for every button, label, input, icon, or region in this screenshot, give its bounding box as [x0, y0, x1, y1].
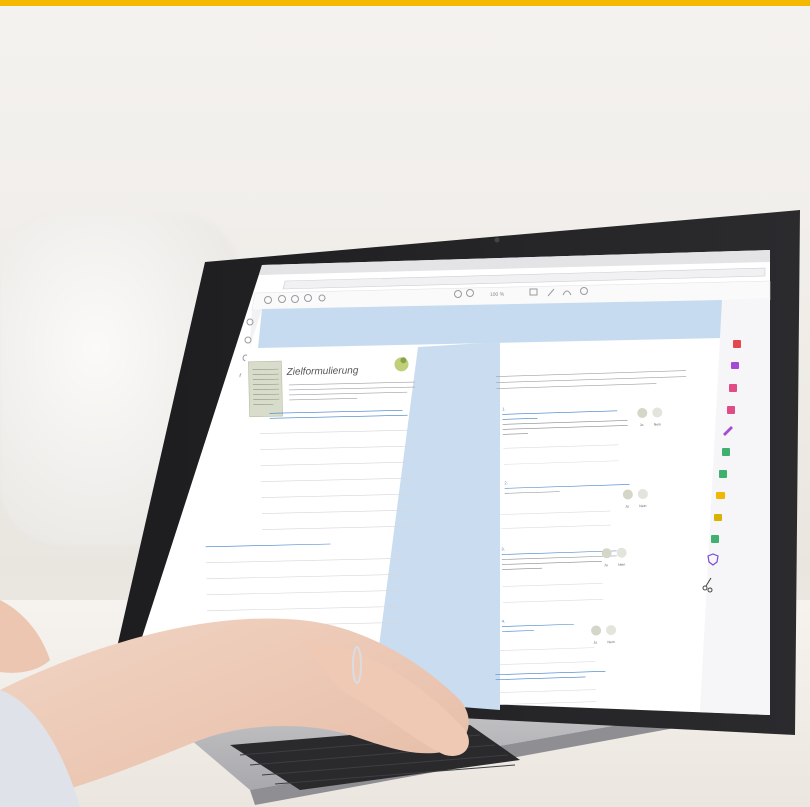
print-icon: [711, 535, 719, 543]
svg-text:2.: 2.: [504, 480, 507, 485]
svg-text:1.: 1.: [502, 406, 505, 411]
organize-icon: [722, 448, 730, 456]
svg-text:Nein: Nein: [654, 422, 661, 426]
svg-text:Ja: Ja: [640, 423, 644, 427]
export-icon: [727, 406, 735, 414]
svg-text:Ja: Ja: [604, 563, 608, 567]
edit-icon: [729, 384, 737, 392]
zoom-level: 100 %: [490, 292, 505, 298]
svg-text:Nein: Nein: [639, 504, 646, 508]
comment-icon: [731, 362, 739, 369]
webcam: [494, 237, 500, 243]
folder-icon: [716, 492, 725, 499]
svg-text:Nein: Nein: [607, 640, 614, 644]
pdf-icon: [733, 340, 741, 348]
tag-icon: [714, 514, 722, 521]
svg-text:Ja: Ja: [593, 641, 597, 645]
svg-text:Nein: Nein: [618, 563, 625, 567]
left-hand: [0, 600, 50, 673]
stamp-icon: [719, 470, 727, 478]
section-title: Zielformulierung: [286, 365, 359, 378]
svg-text:3.: 3.: [501, 546, 504, 551]
laptop-scene: 100 % Zielformulierung 1. Ja Nein 2. Ja …: [0, 210, 800, 807]
svg-text:4.: 4.: [502, 618, 505, 623]
svg-text:Ja: Ja: [625, 504, 629, 508]
